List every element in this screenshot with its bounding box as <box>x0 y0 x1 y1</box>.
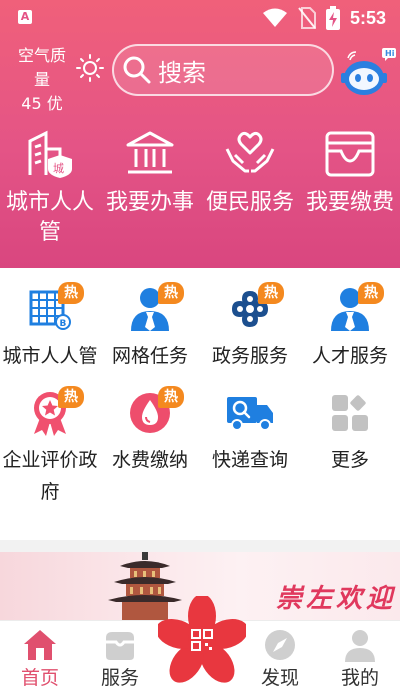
service-label: 网格任务 <box>111 345 188 367</box>
status-bar: A 5:53 <box>0 0 400 36</box>
hot-badge: 热 <box>358 282 384 304</box>
service-icon <box>106 632 134 660</box>
air-quality-line: 量 <box>33 70 50 89</box>
service-city-management[interactable]: B 热 城市人人管 <box>0 282 100 386</box>
service-label: 企业评价政府 <box>2 449 98 503</box>
quick-action-public-service[interactable]: 便民服务 <box>200 118 300 258</box>
government-hall-icon <box>126 131 174 174</box>
wifi-icon <box>262 8 287 27</box>
service-grid-task[interactable]: 热 网格任务 <box>100 282 200 386</box>
no-sim-icon <box>298 7 316 29</box>
app-notification-icon: A <box>18 10 32 24</box>
battery-charging-icon <box>325 6 340 30</box>
delivery-truck-icon <box>227 397 273 431</box>
assistant-badge: Hi <box>385 49 395 58</box>
air-quality[interactable]: 空气质 量 45 优 <box>10 44 74 116</box>
home-icon <box>24 630 56 660</box>
hot-badge: 热 <box>258 282 284 304</box>
heart-hands-icon <box>225 131 275 173</box>
tab-label: 我的 <box>340 667 379 689</box>
more-apps-icon <box>332 395 368 431</box>
clock-time: 5:53 <box>349 7 386 28</box>
tab-discover[interactable]: 发现 <box>240 621 320 700</box>
quick-action-label: 我要办事 <box>105 190 194 215</box>
quick-actions: 城 城市人人管 我要办事 便民服务 我要缴费 <box>0 118 400 258</box>
service-label: 快递查询 <box>211 449 288 471</box>
quick-action-label: 我要缴费 <box>305 190 394 215</box>
tab-label: 发现 <box>260 667 299 689</box>
svg-text:B: B <box>60 319 67 329</box>
hot-badge: 热 <box>58 386 84 408</box>
compass-icon <box>265 630 295 660</box>
search-placeholder: 搜索 <box>158 58 206 87</box>
wallet-icon <box>325 131 375 177</box>
hot-badge: 热 <box>158 282 184 304</box>
quick-action-label: 城市人人管 <box>5 190 94 245</box>
tab-label: 首页 <box>20 667 59 689</box>
hot-badge: 热 <box>158 386 184 408</box>
banner-title: 崇左欢迎 <box>275 584 396 614</box>
search-icon <box>123 56 151 84</box>
tab-home[interactable]: 首页 <box>0 621 80 700</box>
service-enterprise-evaluation[interactable]: 热 企业评价政府 <box>0 386 100 526</box>
service-label: 更多 <box>330 449 369 471</box>
search-input[interactable]: 搜索 <box>112 44 334 96</box>
status-icons: 5:53 <box>262 6 386 30</box>
service-label: 政务服务 <box>211 345 288 367</box>
quick-action-affairs[interactable]: 我要办事 <box>100 118 200 258</box>
scan-qr-icon[interactable] <box>158 596 246 684</box>
quick-action-city-management[interactable]: 城 城市人人管 <box>0 118 100 258</box>
service-government[interactable]: 热 政务服务 <box>200 282 300 386</box>
service-label: 城市人人管 <box>2 345 98 367</box>
tab-label: 服务 <box>100 667 139 689</box>
air-quality-value: 45 优 <box>21 94 63 113</box>
service-grid: B 热 城市人人管 热 网格任务 热 政务服务 热 人才服务 热 企业评价政府 … <box>0 268 400 538</box>
service-talent[interactable]: 热 人才服务 <box>300 282 400 386</box>
service-express-query[interactable]: 快递查询 <box>200 386 300 526</box>
tab-mine[interactable]: 我的 <box>320 621 400 700</box>
svg-text:城: 城 <box>53 162 64 175</box>
service-label: 水费缴纳 <box>111 449 188 471</box>
air-quality-line: 空气质 <box>17 46 66 65</box>
header: A 5:53 空气质 量 45 优 搜索 Hi 城 城市人人管 我要办事 便民服… <box>0 0 400 268</box>
quick-action-payment[interactable]: 我要缴费 <box>300 118 400 258</box>
user-icon <box>345 630 375 662</box>
service-water-payment[interactable]: 热 水费缴纳 <box>100 386 200 526</box>
sun-icon <box>76 54 104 82</box>
tab-service[interactable]: 服务 <box>80 621 160 700</box>
service-more[interactable]: 更多 <box>300 386 400 526</box>
hot-badge: 热 <box>58 282 84 304</box>
section-divider <box>0 540 400 552</box>
city-building-icon: 城 <box>28 130 72 178</box>
assistant-robot-icon[interactable]: Hi <box>340 46 396 98</box>
service-label: 人才服务 <box>311 345 388 367</box>
quick-action-label: 便民服务 <box>205 190 294 215</box>
